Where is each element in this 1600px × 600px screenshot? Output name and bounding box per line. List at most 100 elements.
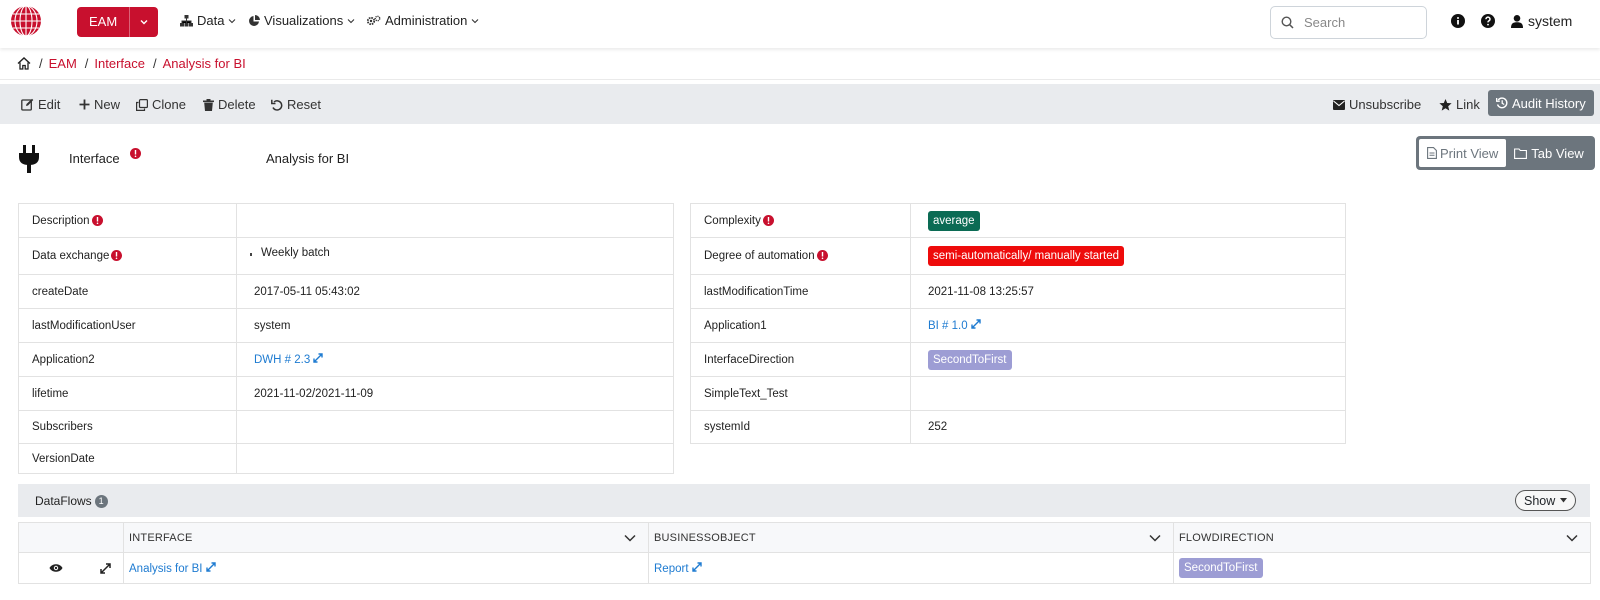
- chevron-down-icon[interactable]: [1149, 534, 1161, 542]
- automation-badge: semi-automatically/ manually started: [928, 246, 1124, 266]
- delete-button[interactable]: Delete: [203, 97, 256, 112]
- user-menu[interactable]: system: [1511, 13, 1572, 29]
- new-button[interactable]: New: [79, 97, 120, 112]
- property-row: systemId 252: [690, 410, 1346, 444]
- help-circle-icon[interactable]: [1481, 14, 1495, 28]
- chevron-down-icon[interactable]: [624, 534, 636, 542]
- property-row: lastModificationUser system: [18, 308, 674, 343]
- properties-table-right: Complexity average Degree of automation …: [690, 203, 1346, 444]
- property-key: Complexity: [690, 203, 911, 238]
- property-row: Complexity average: [690, 203, 1346, 238]
- print-view-button[interactable]: Print View: [1419, 139, 1507, 167]
- property-key: lifetime: [18, 376, 237, 411]
- edit-button[interactable]: Edit: [21, 97, 60, 112]
- property-value: system: [236, 308, 674, 343]
- edit-label: Edit: [38, 97, 61, 112]
- nav-menu-data[interactable]: Data: [180, 13, 236, 28]
- property-value: BI # 1.0: [910, 308, 1346, 343]
- breadcrumb-separator: /: [39, 56, 43, 71]
- property-key: Subscribers: [18, 410, 237, 444]
- audit-history-button[interactable]: Audit History: [1488, 90, 1594, 116]
- expand-icon[interactable]: [313, 353, 324, 363]
- expand-icon[interactable]: [206, 561, 216, 572]
- search-input[interactable]: [1304, 15, 1414, 30]
- dataflows-count-badge: 1: [94, 494, 108, 508]
- top-navbar: EAM Data Visualizations Administration s…: [0, 0, 1600, 48]
- tab-view-label: Tab View: [1531, 145, 1584, 161]
- reset-button[interactable]: Reset: [271, 97, 321, 112]
- property-row: Application1 BI # 1.0: [690, 308, 1346, 343]
- property-value: 2021-11-08 13:25:57: [910, 274, 1346, 309]
- breadcrumb: / EAM / Interface / Analysis for BI: [17, 56, 246, 71]
- property-row: VersionDate: [18, 443, 674, 474]
- property-row: Data exchange Weekly batch: [18, 237, 674, 275]
- expand-icon[interactable]: [100, 562, 111, 574]
- property-row: Subscribers: [18, 410, 674, 444]
- user-name: system: [1528, 13, 1573, 29]
- nav-menu-administration[interactable]: Administration: [366, 13, 479, 28]
- trash-icon: [203, 98, 214, 111]
- info-icon[interactable]: [130, 148, 141, 159]
- column-label: BUSINESSOBJECT: [654, 531, 756, 544]
- nav-menu-visualizations[interactable]: Visualizations: [248, 13, 355, 28]
- eam-switcher: EAM: [77, 7, 159, 37]
- flowdirection-badge: SecondToFirst: [1179, 558, 1263, 578]
- application2-link[interactable]: DWH # 2.3: [254, 354, 310, 366]
- cell-interface: Analysis for BI: [123, 552, 649, 584]
- property-key: Application1: [690, 308, 911, 343]
- application1-link[interactable]: BI # 1.0: [928, 320, 968, 332]
- audit-history-label: Audit History: [1512, 95, 1586, 111]
- breadcrumb-separator: /: [84, 56, 89, 71]
- undo-icon: [271, 99, 283, 111]
- link-label: Link: [1456, 97, 1480, 112]
- search-icon: [1281, 16, 1294, 29]
- clone-icon: [136, 98, 148, 111]
- interface-link[interactable]: Analysis for BI: [129, 563, 203, 575]
- property-key: systemId: [690, 410, 911, 444]
- chevron-down-icon: [471, 18, 479, 23]
- show-dropdown-button[interactable]: Show: [1515, 490, 1577, 511]
- print-view-label: Print View: [1440, 145, 1499, 161]
- property-value: 2017-05-11 05:43:02: [236, 274, 674, 309]
- info-icon[interactable]: [816, 250, 828, 262]
- eam-button[interactable]: EAM: [77, 7, 130, 37]
- plug-icon: [19, 145, 39, 173]
- property-value: average: [910, 203, 1346, 238]
- view-toggle-group: Print View Tab View: [1416, 136, 1595, 170]
- expand-icon[interactable]: [692, 561, 702, 572]
- property-row: SimpleText_Test: [690, 376, 1346, 411]
- info-icon[interactable]: [91, 214, 103, 226]
- direction-badge: SecondToFirst: [928, 349, 1012, 370]
- eam-dropdown-toggle[interactable]: [129, 7, 159, 37]
- clone-button[interactable]: Clone: [136, 97, 186, 112]
- businessobject-link[interactable]: Report: [654, 563, 689, 575]
- cell-businessobject: Report: [648, 552, 1174, 584]
- info-circle-icon[interactable]: [1451, 14, 1465, 28]
- item-name: Analysis for BI: [266, 151, 350, 166]
- eye-icon[interactable]: [49, 563, 63, 573]
- unsubscribe-button[interactable]: Unsubscribe: [1333, 97, 1421, 112]
- info-icon[interactable]: [111, 250, 123, 262]
- chevron-down-icon: [347, 18, 355, 23]
- column-header-interface[interactable]: INTERFACE: [123, 522, 649, 553]
- home-icon[interactable]: [17, 57, 31, 70]
- breadcrumb-eam[interactable]: EAM: [49, 56, 77, 71]
- property-key: lastModificationUser: [18, 308, 237, 343]
- column-header-flowdirection[interactable]: FLOWDIRECTION: [1173, 522, 1591, 553]
- link-button[interactable]: Link: [1439, 97, 1480, 112]
- chevron-down-icon[interactable]: [1566, 534, 1578, 542]
- info-icon[interactable]: [762, 214, 774, 226]
- property-value: [236, 203, 674, 238]
- breadcrumb-current[interactable]: Analysis for BI: [163, 56, 246, 71]
- tab-view-button[interactable]: Tab View: [1508, 139, 1590, 167]
- chevron-down-icon: [140, 20, 148, 25]
- expand-icon[interactable]: [971, 319, 981, 329]
- property-row: Degree of automation semi-automatically/…: [690, 237, 1346, 275]
- app-logo-icon[interactable]: [10, 5, 42, 37]
- action-toolbar: Edit New Clone Delete Reset Unsubscribe …: [0, 84, 1600, 124]
- property-value: semi-automatically/ manually started: [910, 237, 1346, 275]
- breadcrumb-interface[interactable]: Interface: [94, 56, 145, 71]
- property-row: lastModificationTime 2021-11-08 13:25:57: [690, 274, 1346, 309]
- column-header-businessobject[interactable]: BUSINESSOBJECT: [648, 522, 1174, 553]
- property-row: InterfaceDirection SecondToFirst: [690, 342, 1346, 377]
